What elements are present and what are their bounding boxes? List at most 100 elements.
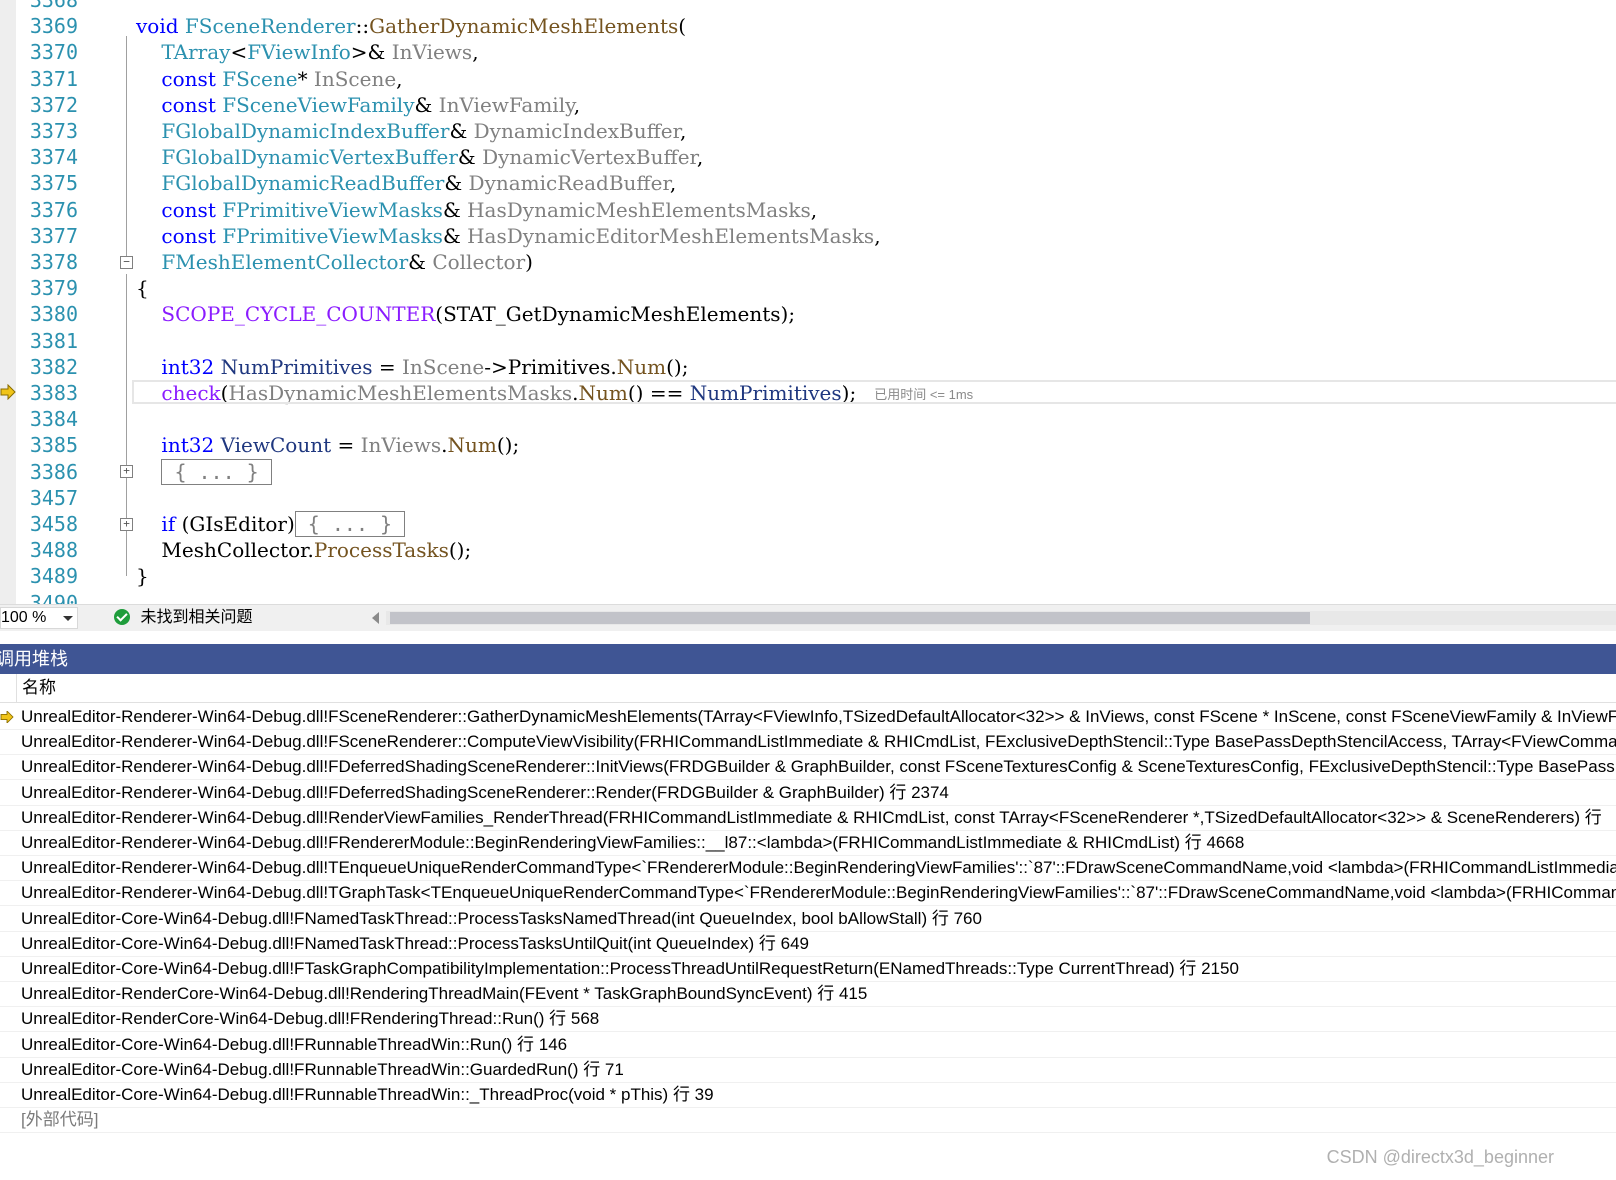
code-token: ->Primitives. [484, 354, 617, 379]
code-line[interactable]: 3384 [0, 406, 1616, 432]
line-number: 3383 [29, 381, 78, 405]
line-number: 3379 [29, 276, 78, 301]
code-line[interactable]: 3375 FGlobalDynamicReadBuffer& DynamicRe… [0, 170, 1616, 196]
call-stack-row[interactable]: UnrealEditor-Core-Win64-Debug.dll!FNamed… [0, 906, 1616, 932]
code-token: & [442, 223, 468, 248]
code-token: , [696, 145, 704, 170]
code-text: FGlobalDynamicReadBuffer& DynamicReadBuf… [136, 170, 676, 196]
code-token: , [396, 66, 403, 91]
call-stack-row[interactable]: UnrealEditor-RenderCore-Win64-Debug.dll!… [0, 1006, 1616, 1033]
scroll-left-arrow-icon[interactable] [372, 612, 379, 624]
zoom-level: 100 % [1, 609, 47, 626]
code-line[interactable]: 3376 const FPrimitiveViewMasks& HasDynam… [0, 197, 1616, 223]
code-token: NumPrimitives [220, 354, 373, 379]
code-line[interactable]: 3458 if (GIsEditor){ ... } [0, 511, 1616, 537]
call-stack-row[interactable]: UnrealEditor-Renderer-Win64-Debug.dll!Re… [0, 805, 1616, 831]
call-stack-row[interactable]: UnrealEditor-Renderer-Win64-Debug.dll!FS… [0, 729, 1616, 756]
code-line[interactable]: 3378 FMeshElementCollector& Collector) [0, 249, 1616, 275]
frame-text: UnrealEditor-Core-Win64-Debug.dll!FRunna… [21, 1085, 714, 1104]
call-stack-row[interactable]: UnrealEditor-Renderer-Win64-Debug.dll!FD… [0, 780, 1616, 806]
line-number: 3489 [29, 564, 78, 589]
panel-title-bar[interactable]: 调用堆栈 [0, 644, 1616, 674]
code-line[interactable]: 3382 int32 NumPrimitives = InScene->Prim… [0, 354, 1616, 380]
line-number: 3382 [29, 354, 78, 379]
zoom-dropdown[interactable]: 100 % [0, 607, 78, 629]
call-stack-row[interactable]: UnrealEditor-Core-Win64-Debug.dll!FRunna… [0, 1082, 1616, 1108]
collapsed-region[interactable]: { ... } [294, 511, 406, 537]
code-token: const [136, 92, 223, 117]
code-token: void [136, 14, 185, 39]
expand-toggle-icon[interactable]: + [120, 465, 133, 478]
code-line[interactable]: 3379 { [0, 275, 1616, 301]
call-stack-row[interactable]: UnrealEditor-RenderCore-Win64-Debug.dll!… [0, 981, 1616, 1008]
expand-toggle-icon[interactable]: + [120, 518, 133, 531]
code-token: const [136, 66, 223, 91]
code-token: FMeshElementCollector [136, 250, 409, 274]
collapsed-region[interactable]: { ... } [161, 458, 272, 485]
code-token: FGlobalDynamicReadBuffer [136, 171, 445, 196]
code-text: { [136, 275, 149, 301]
code-token: (GIsEditor) [181, 512, 295, 536]
call-stack-row[interactable]: UnrealEditor-Core-Win64-Debug.dll!FRunna… [0, 1032, 1616, 1058]
code-line[interactable]: 3370 TArray<FViewInfo>& InViews, [0, 39, 1616, 65]
code-token: , [810, 197, 818, 222]
line-number: 3458 [29, 512, 78, 536]
call-stack-row[interactable]: UnrealEditor-Renderer-Win64-Debug.dll!TG… [0, 880, 1616, 907]
call-stack-row[interactable]: UnrealEditor-Renderer-Win64-Debug.dll!FS… [0, 704, 1616, 730]
column-name-header[interactable]: 名称 [22, 674, 56, 702]
call-stack-row[interactable]: UnrealEditor-Core-Win64-Debug.dll!FNamed… [0, 931, 1616, 957]
code-line[interactable]: 3372 const FSceneViewFamily& InViewFamil… [0, 92, 1616, 118]
code-text: const FScene* InScene, [136, 66, 403, 92]
code-token: (STAT_GetDynamicMeshElements); [435, 302, 796, 327]
call-stack-row[interactable]: UnrealEditor-Core-Win64-Debug.dll!FRunna… [0, 1057, 1616, 1083]
code-token: InViews [360, 433, 442, 458]
code-editor[interactable]: 3368 3369 void FSceneRenderer::GatherDynam… [0, 0, 1616, 640]
code-line[interactable]: 3488 MeshCollector.ProcessTasks(); [0, 537, 1616, 563]
code-token: FGlobalDynamicVertexBuffer [136, 145, 458, 170]
code-line[interactable]: 3386 { ... } [0, 458, 1616, 485]
code-line[interactable]: 3369 void FSceneRenderer::GatherDynamicMe… [0, 13, 1616, 39]
call-stack-row[interactable]: UnrealEditor-Renderer-Win64-Debug.dll!FR… [0, 830, 1616, 856]
frame-text: UnrealEditor-Renderer-Win64-Debug.dll!FD… [21, 782, 949, 802]
code-token: InScene [313, 66, 397, 91]
code-token: & [408, 250, 433, 274]
code-token: , [874, 223, 881, 248]
frame-text: UnrealEditor-Renderer-Win64-Debug.dll!FD… [21, 757, 1616, 777]
code-token: , [472, 40, 479, 65]
line-number: 3380 [29, 302, 78, 327]
code-line[interactable]: 3368 [0, 0, 1616, 13]
code-line[interactable]: 3381 [0, 328, 1616, 354]
code-line[interactable]: 3457 [0, 485, 1616, 511]
line-number: 3488 [29, 538, 78, 563]
code-token: :: [355, 14, 370, 39]
column-header[interactable]: 名称 [0, 674, 1616, 703]
code-text: if (GIsEditor){ ... } [136, 511, 406, 537]
line-number: 3373 [29, 119, 78, 143]
external-code-row[interactable]: [外部代码] [0, 1107, 1616, 1134]
code-line[interactable]: 3385 int32 ViewCount = InViews.Num(); [0, 432, 1616, 458]
frame-text: UnrealEditor-Renderer-Win64-Debug.dll!FS… [21, 707, 1616, 726]
code-token: , [669, 171, 677, 196]
code-line[interactable]: 3489} [0, 563, 1616, 589]
code-line[interactable]: 3373 FGlobalDynamicIndexBuffer& DynamicI… [0, 118, 1616, 144]
collapse-toggle-icon[interactable]: − [120, 256, 133, 269]
frame-text: UnrealEditor-Core-Win64-Debug.dll!FRunna… [21, 1034, 568, 1054]
code-token: DynamicIndexBuffer [473, 119, 680, 143]
call-stack-row[interactable]: UnrealEditor-Core-Win64-Debug.dll!FTaskG… [0, 956, 1616, 982]
code-token: FGlobalDynamicIndexBuffer [136, 119, 450, 143]
call-stack-row[interactable]: UnrealEditor-Renderer-Win64-Debug.dll!FD… [0, 754, 1616, 781]
code-line[interactable]: 3377 const FPrimitiveViewMasks& HasDynam… [0, 223, 1616, 249]
code-text: TArray<FViewInfo>& InViews, [136, 39, 479, 65]
code-line[interactable]: 3371 const FScene* InScene, [0, 66, 1616, 92]
code-token: DynamicVertexBuffer [482, 145, 697, 170]
call-stack-row[interactable]: UnrealEditor-Renderer-Win64-Debug.dll!TE… [0, 855, 1616, 882]
code-line[interactable]: 3380 SCOPE_CYCLE_COUNTER(STAT_GetDynamic… [0, 301, 1616, 327]
code-line[interactable]: 3374 FGlobalDynamicVertexBuffer& Dynamic… [0, 144, 1616, 170]
code-token: & [444, 171, 469, 196]
code-token: , [680, 119, 687, 143]
code-token: FSceneRenderer [184, 14, 356, 39]
issues-indicator[interactable]: 未找到相关问题 [114, 607, 252, 629]
scrollbar-thumb[interactable] [390, 612, 1310, 624]
code-token: const [136, 223, 223, 248]
